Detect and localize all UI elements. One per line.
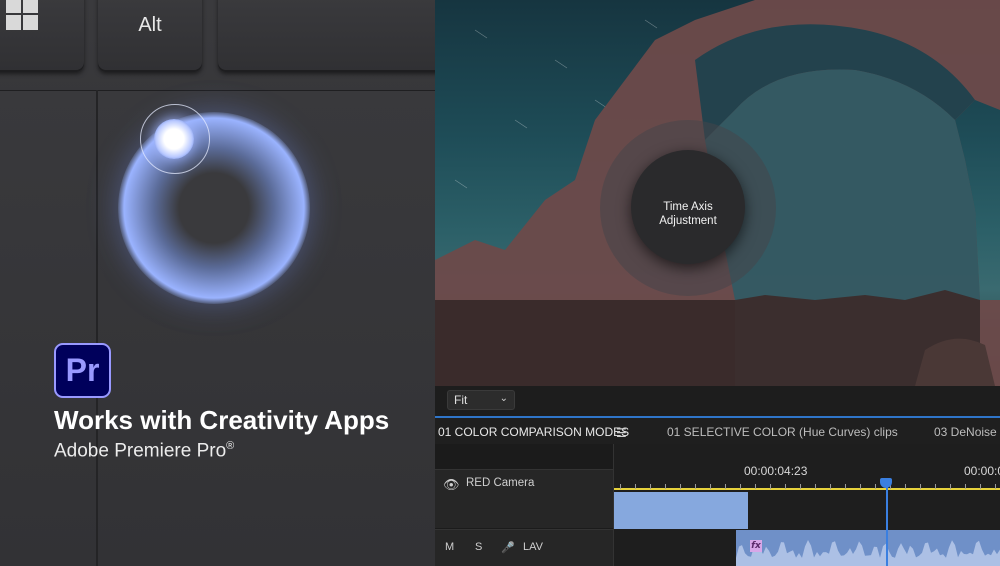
- audio-clip[interactable]: [736, 530, 1000, 566]
- ruler-tick: [650, 484, 651, 489]
- video-clip[interactable]: [614, 492, 748, 529]
- audio-track-name: LAV: [523, 541, 543, 553]
- sequence-tab-bar: 01 COLOR COMPARISON MODES ☰ 01 SELECTIVE…: [435, 416, 1000, 446]
- ruler-tick: [770, 484, 771, 489]
- windows-key: [0, 0, 84, 72]
- timecode-label: 00:00:04:23: [744, 464, 808, 478]
- tab-denoise[interactable]: 03 DeNoise D: [934, 425, 1000, 439]
- fx-badge-icon[interactable]: fx: [750, 540, 762, 552]
- ruler-tick: [965, 484, 966, 489]
- keyboard-trackpad-photo: Alt Pr Works with Creativity Apps Adobe …: [0, 0, 435, 566]
- video-track-header: 👁 RED Camera: [435, 469, 613, 528]
- alt-key-label: Alt: [138, 14, 162, 36]
- audio-track-header: M S 🎤 LAV: [435, 529, 613, 566]
- ruler-tick: [620, 484, 621, 489]
- ruler-tick: [920, 484, 921, 489]
- ruler-tick: [935, 484, 936, 489]
- ruler-tick: [800, 484, 801, 489]
- solo-button[interactable]: S: [475, 541, 482, 553]
- ruler-tick: [740, 484, 741, 489]
- video-track-name: RED Camera: [466, 477, 535, 489]
- audio-waveform: [736, 540, 1000, 566]
- tab-selective-color[interactable]: 01 SELECTIVE COLOR (Hue Curves) clips: [667, 425, 898, 439]
- ruler-tick: [710, 484, 711, 489]
- chevron-down-icon: ⌄: [499, 393, 508, 404]
- space-key: [218, 0, 435, 72]
- premiere-window: Time Axis Adjustment Fit ⌄ 01 COLOR COMP…: [435, 0, 1000, 566]
- eye-icon[interactable]: 👁: [443, 478, 460, 493]
- tab-color-comparison-modes[interactable]: 01 COLOR COMPARISON MODES: [438, 425, 629, 439]
- timecode-label: 00:00:0: [964, 464, 1000, 478]
- ruler-tick: [830, 484, 831, 489]
- playhead[interactable]: [886, 480, 888, 566]
- ruler-tick: [950, 484, 951, 489]
- dial-touch-point-icon: [154, 119, 194, 159]
- program-monitor[interactable]: Time Axis Adjustment: [435, 0, 1000, 386]
- alt-key: Alt: [98, 0, 202, 72]
- registered-mark: ®: [226, 440, 235, 452]
- ruler-tick: [815, 484, 816, 489]
- microphone-icon[interactable]: 🎤: [501, 541, 515, 554]
- track-headers: 👁 RED Camera M S 🎤 LAV: [435, 444, 613, 566]
- ruler-tick: [980, 484, 981, 489]
- ruler-tick: [875, 484, 876, 489]
- promo-headline: Works with Creativity Apps: [54, 405, 390, 435]
- ruler-tick: [680, 484, 681, 489]
- mute-button[interactable]: M: [445, 541, 454, 553]
- premiere-pro-logo-icon: Pr: [54, 343, 111, 398]
- ruler-tick: [845, 484, 846, 489]
- ruler-tick: [755, 484, 756, 489]
- ruler-tick: [995, 484, 996, 489]
- promo-subline: Adobe Premiere Pro®: [54, 440, 234, 462]
- timeline-area[interactable]: 00:00:04:23 00:00:0 fx: [613, 444, 1000, 566]
- zoom-select-value: Fit: [454, 393, 468, 407]
- zoom-select[interactable]: Fit ⌄: [447, 390, 515, 410]
- trackpad-divider: [96, 90, 98, 566]
- radial-menu-label-line1: Time Axis: [663, 201, 713, 213]
- radial-menu-label-line2: Adjustment: [659, 215, 717, 227]
- ruler-tick: [725, 484, 726, 489]
- ruler-tick: [860, 484, 861, 489]
- radial-menu-label: Time Axis Adjustment: [631, 200, 745, 228]
- ruler-tick: [785, 484, 786, 489]
- ruler-tick: [695, 484, 696, 489]
- ruler-tick: [665, 484, 666, 489]
- premiere-pro-logo-text: Pr: [65, 352, 100, 388]
- tab-menu-icon[interactable]: ☰: [616, 426, 627, 440]
- ruler-tick: [635, 484, 636, 489]
- ruler-tick: [905, 484, 906, 489]
- promo-subline-text: Adobe Premiere Pro: [54, 440, 227, 462]
- monitor-controls-bar: Fit ⌄: [435, 386, 1000, 416]
- windows-logo-icon: [6, 0, 38, 30]
